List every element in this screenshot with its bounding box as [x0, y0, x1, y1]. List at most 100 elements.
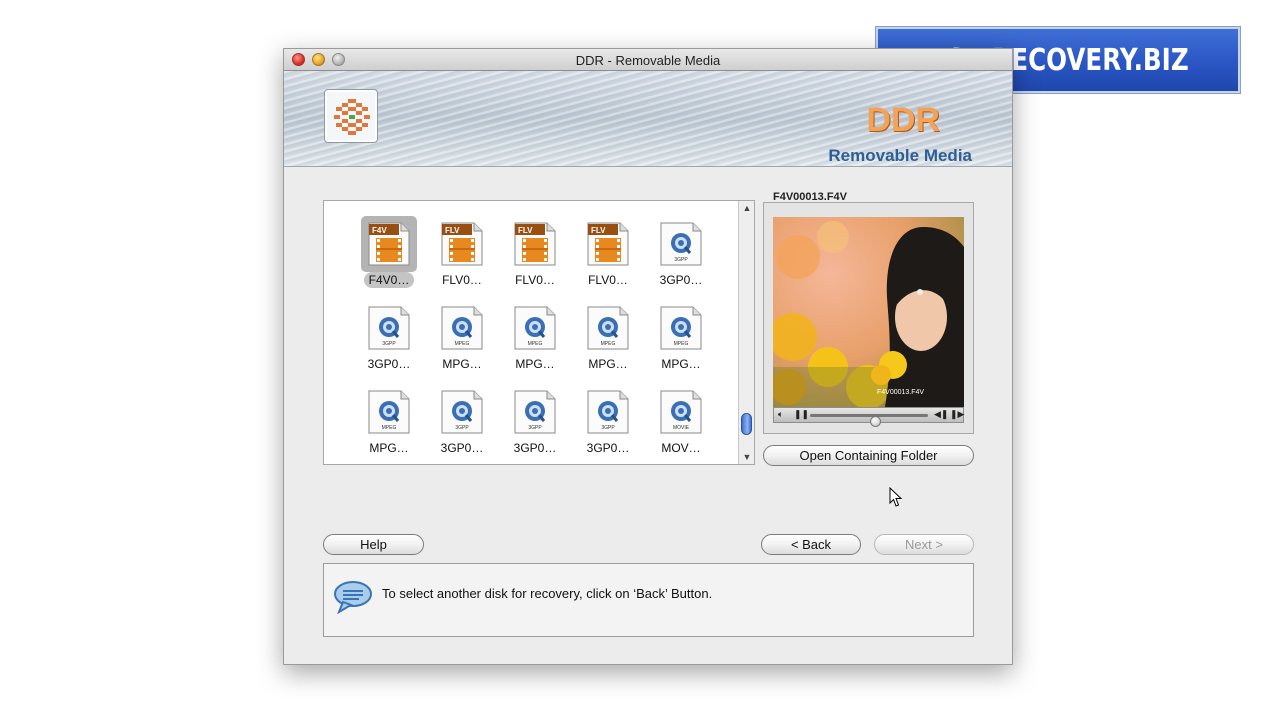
seek-knob[interactable] [870, 416, 881, 427]
file-label: 3GP0… [429, 441, 495, 455]
file-label: MOV… [648, 441, 714, 455]
file-label: FLV0… [575, 273, 641, 287]
app-header: DDR Removable Media [284, 71, 1012, 167]
file-item[interactable]: FLV FLV0… [575, 221, 641, 301]
file-item[interactable]: MPEG MPG… [648, 305, 714, 385]
file-label: FLV0… [502, 273, 568, 287]
file-item[interactable]: MPEG MPG… [575, 305, 641, 385]
file-item[interactable]: 3GPP 3GP0… [429, 389, 495, 469]
svg-text:FLV: FLV [518, 226, 533, 235]
file-item[interactable]: 3GPP 3GP0… [502, 389, 568, 469]
vertical-scrollbar[interactable]: ▲ ▼ [738, 201, 754, 464]
scroll-up-arrow-icon[interactable]: ▲ [739, 201, 755, 215]
quicktime-file-icon: MPEG [366, 389, 412, 435]
title-bar[interactable]: DDR - Removable Media [284, 49, 1012, 71]
file-item[interactable]: F4V F4V0… [356, 216, 422, 301]
file-label: MPG… [502, 357, 568, 371]
file-item[interactable]: 3GPP 3GP0… [575, 389, 641, 469]
svg-text:3GPP: 3GPP [382, 341, 396, 347]
quicktime-file-icon: MPEG [658, 305, 704, 351]
scroll-down-arrow-icon[interactable]: ▼ [739, 450, 755, 464]
svg-text:MPEG: MPEG [382, 425, 397, 431]
app-logo-icon [324, 89, 378, 143]
scrollbar-thumb[interactable] [741, 413, 752, 435]
file-label: MPG… [575, 357, 641, 371]
file-label-text: MPG… [588, 357, 628, 371]
quicktime-file-icon: 3GPP [658, 221, 704, 267]
file-label-text: 3GP0… [513, 441, 557, 455]
video-file-icon: FLV [512, 221, 558, 267]
media-preview-panel: F4V00013.F4V 🔈︎ ❚❚ ◀❚ ❚▶ [763, 202, 974, 434]
video-file-icon: FLV [585, 221, 631, 267]
file-label-text: MPG… [661, 357, 701, 371]
seek-track[interactable] [810, 414, 928, 427]
recovered-files-list[interactable]: ▲ ▼ F4V F4V0… FLV FLV0… FLV FLV0… FLV FLV0… 3GPP… [323, 200, 755, 465]
app-window: DDR - Removable Media DDR Removable Medi… [283, 48, 1013, 665]
file-label-text: F4V0… [363, 272, 415, 288]
file-label-text: MPG… [515, 357, 555, 371]
file-label-text: 3GP0… [367, 357, 411, 371]
help-button[interactable]: Help [323, 534, 424, 555]
svg-text:FLV: FLV [445, 226, 460, 235]
file-label-text: FLV0… [442, 273, 482, 287]
speech-bubble-icon [333, 580, 373, 619]
file-label-text: 3GP0… [659, 273, 703, 287]
file-label: MPG… [429, 357, 495, 371]
svg-text:MPEG: MPEG [528, 341, 543, 347]
file-label: 3GP0… [356, 357, 422, 371]
quicktime-file-icon: MPEG [512, 305, 558, 351]
file-label-text: 3GP0… [586, 441, 630, 455]
file-label-text: FLV0… [515, 273, 555, 287]
svg-text:MPEG: MPEG [455, 341, 470, 347]
mouse-cursor-icon [889, 486, 903, 512]
quicktime-file-icon: 3GPP [585, 389, 631, 435]
file-item[interactable]: MPEG MPG… [502, 305, 568, 385]
status-message-text: To select another disk for recovery, cli… [382, 586, 713, 601]
quicktime-file-icon: 3GPP [512, 389, 558, 435]
file-label-text: 3GP0… [440, 441, 484, 455]
svg-text:FLV: FLV [591, 226, 606, 235]
svg-text:3GPP: 3GPP [601, 425, 615, 431]
video-preview-frame[interactable]: F4V00013.F4V [773, 217, 964, 407]
quicktime-file-icon: 3GPP [366, 305, 412, 351]
file-item[interactable]: FLV FLV0… [502, 221, 568, 301]
file-label-text: MPG… [369, 441, 409, 455]
volume-icon[interactable]: 🔈︎ [778, 409, 783, 420]
file-item[interactable]: FLV FLV0… [429, 221, 495, 301]
next-button[interactable]: Next > [874, 534, 974, 555]
quicktime-file-icon: MPEG [439, 305, 485, 351]
file-label: 3GP0… [575, 441, 641, 455]
file-label: FLV0… [429, 273, 495, 287]
svg-text:MPEG: MPEG [601, 341, 616, 347]
step-back-icon[interactable]: ◀❚ [934, 409, 948, 420]
svg-text:3GPP: 3GPP [528, 425, 542, 431]
window-title: DDR - Removable Media [575, 53, 721, 68]
file-item[interactable]: MPEG MPG… [429, 305, 495, 385]
file-item[interactable]: 3GPP 3GP0… [648, 221, 714, 301]
video-overlay-text: F4V00013.F4V [877, 389, 924, 396]
back-button[interactable]: < Back [761, 534, 861, 555]
file-label: 3GP0… [502, 441, 568, 455]
file-label: F4V0… [356, 272, 422, 288]
video-controls-bar: 🔈︎ ❚❚ ◀❚ ❚▶ [773, 407, 964, 427]
video-file-icon: F4V [366, 221, 412, 267]
svg-text:MPEG: MPEG [674, 341, 689, 347]
file-item[interactable]: 3GPP 3GP0… [356, 305, 422, 385]
file-label: MPG… [356, 441, 422, 455]
file-label-text: FLV0… [588, 273, 628, 287]
svg-text:3GPP: 3GPP [674, 257, 688, 263]
file-label-text: MPG… [442, 357, 482, 371]
pause-icon[interactable]: ❚❚ [794, 409, 809, 420]
file-label: 3GP0… [648, 273, 714, 287]
open-containing-folder-button[interactable]: Open Containing Folder [763, 445, 974, 466]
brand-subtitle: Removable Media [828, 146, 972, 165]
file-label: MPG… [648, 357, 714, 371]
brand-logo-text: DDR [866, 101, 940, 139]
file-item[interactable]: MOVIE MOV… [648, 389, 714, 469]
file-item[interactable]: MPEG MPG… [356, 389, 422, 469]
svg-text:3GPP: 3GPP [455, 425, 469, 431]
quicktime-file-icon: MPEG [585, 305, 631, 351]
video-file-icon: FLV [439, 221, 485, 267]
quicktime-file-icon: 3GPP [439, 389, 485, 435]
step-forward-icon[interactable]: ❚▶ [950, 409, 964, 420]
